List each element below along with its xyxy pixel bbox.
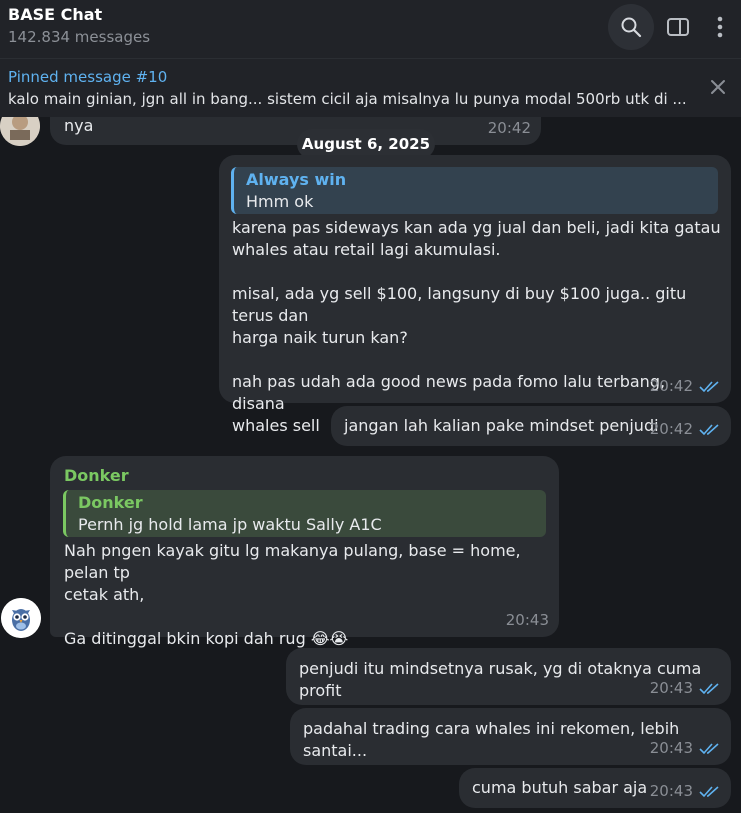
message-time: 20:42 xyxy=(649,377,693,395)
message-bubble[interactable]: Donker Donker Pernh jg hold lama jp wakt… xyxy=(50,456,559,648)
message-time: 20:43 xyxy=(505,611,549,629)
close-icon xyxy=(711,80,725,94)
reply-text: Hmm ok xyxy=(246,192,314,211)
message-meta: 20:43 xyxy=(506,609,549,631)
sender-name[interactable]: Donker xyxy=(64,465,129,487)
message-meta: 20:42 xyxy=(650,375,721,397)
message-text: cuma butuh sabar aja xyxy=(472,778,648,797)
telegram-chat-window: BASE Chat 142.834 messages Pinned messag… xyxy=(0,0,741,813)
message-bubble[interactable]: nya 20:42 xyxy=(50,117,541,145)
double-check-icon xyxy=(699,381,719,393)
message-time: 20:43 xyxy=(649,679,693,697)
reply-preview[interactable]: Always win Hmm ok xyxy=(231,167,718,214)
user-avatar[interactable] xyxy=(0,117,40,146)
message-text: Nah pngen kayak gitu lg makanya pulang, … xyxy=(64,541,521,648)
reply-text: Pernh jg hold lama jp waktu Sally A1C xyxy=(78,515,382,534)
message-bubble[interactable]: penjudi itu mindsetnya rusak, yg di otak… xyxy=(286,648,731,705)
search-button[interactable] xyxy=(608,4,654,50)
sidebar-toggle-icon xyxy=(667,18,689,36)
message-text: nya xyxy=(64,117,94,135)
message-meta: 20:43 xyxy=(650,737,721,759)
pinned-title: Pinned message #10 xyxy=(8,68,168,86)
message-list[interactable]: nya 20:42 August 6, 2025 Always win Hmm … xyxy=(0,117,741,813)
message-meta: 20:43 xyxy=(650,677,721,699)
message-count: 142.834 messages xyxy=(8,28,151,46)
owl-avatar[interactable] xyxy=(1,598,41,638)
message-meta: 20:42 xyxy=(488,117,531,139)
message-bubble[interactable]: Always win Hmm ok karena pas sideways ka… xyxy=(219,155,731,435)
message-time: 20:43 xyxy=(649,782,693,800)
pinned-message-bar[interactable]: Pinned message #10 kalo main ginian, jgn… xyxy=(0,58,741,117)
reply-preview[interactable]: Donker Pernh jg hold lama jp waktu Sally… xyxy=(63,490,546,537)
message-bubble[interactable]: cuma butuh sabar aja 20:43 xyxy=(459,768,731,808)
double-check-icon xyxy=(699,743,719,755)
more-options-button[interactable] xyxy=(700,4,740,50)
message-bubble[interactable]: jangan lah kalian pake mindset penjudi 2… xyxy=(331,406,731,446)
sidebar-toggle-button[interactable] xyxy=(656,4,700,50)
reply-sender: Donker xyxy=(78,493,143,512)
double-check-icon xyxy=(699,424,719,436)
message-text: karena pas sideways kan ada yg jual dan … xyxy=(232,218,721,435)
close-pinned-button[interactable] xyxy=(710,79,726,99)
message-time: 20:42 xyxy=(487,119,531,137)
message-time: 20:42 xyxy=(649,420,693,438)
message-meta: 20:43 xyxy=(650,780,721,802)
message-text: jangan lah kalian pake mindset penjudi xyxy=(344,416,659,435)
more-vertical-icon xyxy=(717,16,723,38)
message-meta: 20:42 xyxy=(650,418,721,440)
search-icon xyxy=(621,17,642,38)
reply-sender: Always win xyxy=(246,170,347,189)
chat-title: BASE Chat xyxy=(8,5,103,24)
double-check-icon xyxy=(699,786,719,798)
message-bubble[interactable]: padahal trading cara whales ini rekomen,… xyxy=(290,708,731,765)
message-time: 20:43 xyxy=(649,739,693,757)
chat-header[interactable]: BASE Chat 142.834 messages xyxy=(0,0,741,58)
pinned-text: kalo main ginian, jgn all in bang... sis… xyxy=(8,90,687,108)
double-check-icon xyxy=(699,683,719,695)
